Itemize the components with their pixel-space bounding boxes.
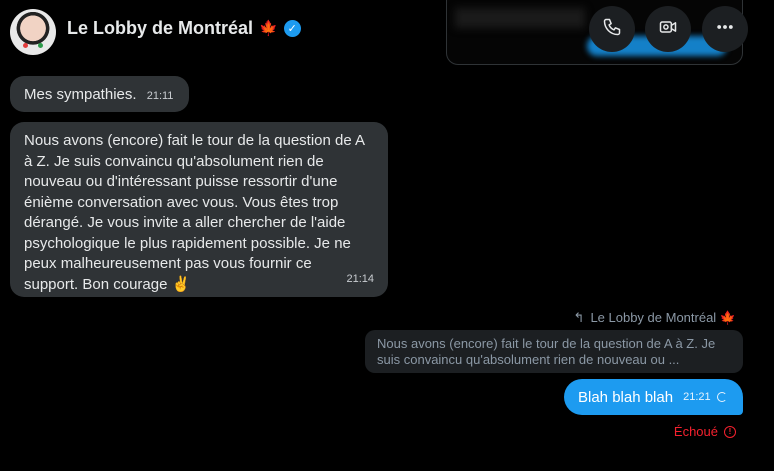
reply-icon: ↰ [573, 310, 585, 325]
message-bubble[interactable]: Mes sympathies. 21:11 [10, 76, 189, 112]
send-failed-status[interactable]: Échoué ! [674, 424, 736, 439]
avatar[interactable] [10, 9, 56, 55]
more-options-button[interactable] [702, 6, 748, 52]
message-text: Blah blah blah [578, 388, 674, 406]
spinner-icon [716, 392, 727, 402]
phone-button[interactable] [589, 6, 635, 52]
reply-to-name: Le Lobby de Montréal 🍁 [590, 310, 736, 325]
video-icon [658, 17, 678, 42]
conversation-header: Le Lobby de Montréal 🍁 ✓ [0, 0, 774, 66]
more-icon [715, 17, 735, 42]
verified-badge-icon: ✓ [283, 20, 301, 37]
message-time: 21:21 [683, 391, 711, 403]
error-icon: ! [724, 425, 736, 438]
conversation-title[interactable]: Le Lobby de Montréal [67, 18, 253, 39]
message-time: 21:11 [146, 90, 174, 102]
quoted-message[interactable]: Nous avons (encore) fait le tour de la q… [365, 330, 743, 373]
message-text: Nous avons (encore) fait le tour de la q… [24, 132, 365, 293]
message-text: Mes sympathies. [24, 86, 137, 103]
maple-leaf-icon: 🍁 [259, 20, 278, 37]
title-row[interactable]: Le Lobby de Montréal 🍁 ✓ [67, 18, 301, 39]
reply-indicator: ↰ Le Lobby de Montréal 🍁 [574, 310, 736, 326]
message-bubble[interactable]: Nous avons (encore) fait le tour de la q… [10, 122, 388, 297]
send-status-text: Échoué [673, 424, 718, 439]
video-call-button[interactable] [645, 6, 691, 52]
phone-icon [602, 17, 622, 42]
outgoing-message-bubble[interactable]: Blah blah blah 21:21 [564, 379, 743, 415]
message-time: 21:14 [346, 272, 374, 285]
